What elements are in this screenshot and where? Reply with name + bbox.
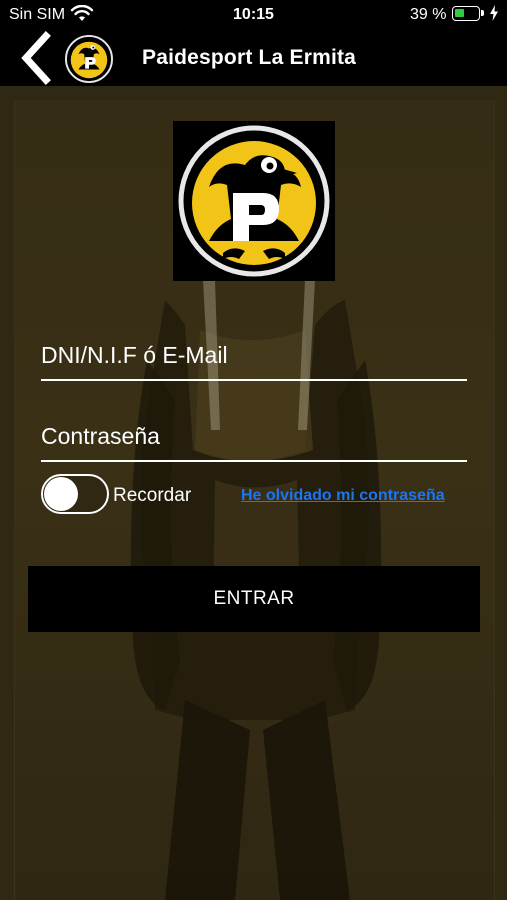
password-input[interactable]	[41, 414, 467, 458]
battery-percent: 39 %	[410, 6, 447, 23]
battery-icon	[452, 6, 484, 21]
user-field[interactable]	[41, 333, 467, 377]
club-logo	[173, 121, 335, 281]
back-button[interactable]	[14, 30, 58, 86]
paidesport-logo-icon	[178, 125, 330, 277]
remember-toggle[interactable]	[41, 474, 109, 514]
user-field-underline	[41, 379, 467, 381]
charging-bolt-icon	[490, 5, 498, 21]
battery-level-fill	[455, 9, 464, 17]
nav-bar: Paidesport La Ermita	[0, 30, 507, 86]
chevron-left-icon	[21, 31, 51, 85]
enter-button[interactable]: ENTRAR	[28, 566, 480, 632]
status-bar: Sin SIM 10:15 39 %	[0, 0, 507, 30]
password-field-underline	[41, 460, 467, 462]
remember-label: Recordar	[113, 485, 192, 506]
nav-title: Paidesport La Ermita	[142, 46, 357, 69]
user-input[interactable]	[41, 333, 467, 377]
toggle-knob	[44, 477, 78, 511]
app-logo-icon	[65, 35, 113, 83]
password-field[interactable]	[41, 414, 467, 458]
forgot-password-link[interactable]: He olvidado mi contraseña	[241, 487, 445, 505]
